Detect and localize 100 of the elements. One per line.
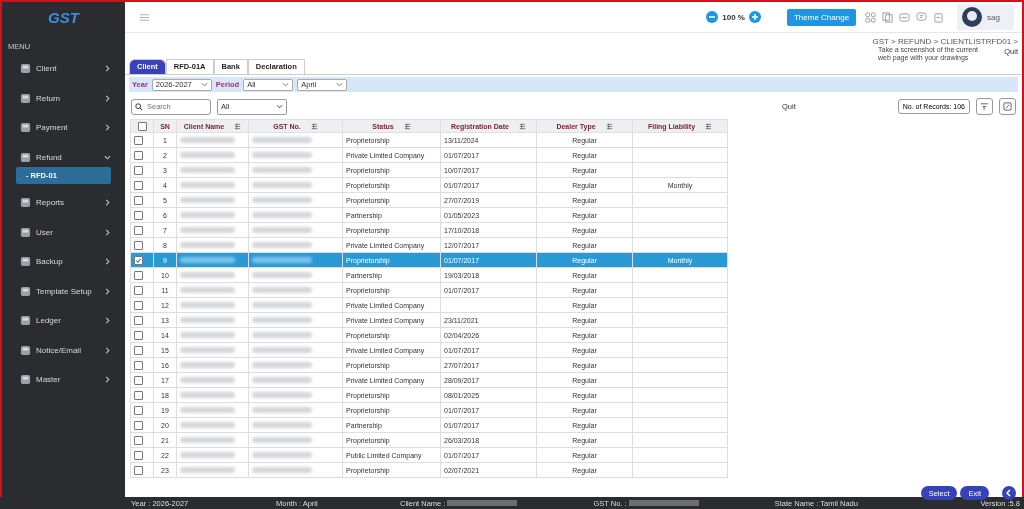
row-checkbox[interactable] (134, 210, 143, 220)
menu-icon (20, 63, 31, 75)
copy-icon[interactable] (882, 11, 894, 23)
filter-icon[interactable] (605, 122, 613, 130)
row-checkbox[interactable] (134, 135, 143, 145)
filter-button[interactable] (976, 98, 993, 115)
chevron-right-icon (104, 346, 111, 354)
row-checkbox[interactable] (134, 435, 143, 445)
redacted-text (180, 137, 235, 143)
zoom-level: 100 % (722, 12, 745, 22)
sidebar-item[interactable]: Template Setup (2, 276, 125, 306)
menu-icon (20, 374, 31, 386)
row-checkbox[interactable] (134, 405, 143, 415)
row-checkbox[interactable] (134, 225, 143, 235)
row-checkbox[interactable] (134, 420, 143, 430)
menu-icon (20, 315, 31, 327)
row-checkbox[interactable] (134, 465, 143, 475)
grid-icon[interactable] (865, 11, 877, 23)
row-checkbox[interactable] (134, 450, 143, 460)
sidebar-item[interactable]: Master (2, 365, 125, 395)
user-name: sag (987, 12, 1000, 22)
redacted-text (180, 197, 235, 203)
expand-button[interactable] (999, 98, 1016, 115)
filter-icon (980, 102, 989, 111)
filter-icon[interactable] (519, 122, 526, 130)
chevron-right-icon (104, 94, 111, 102)
redacted-text (252, 167, 312, 173)
sidebar-item[interactable]: Ledger (2, 306, 125, 336)
redacted-text (180, 392, 235, 398)
redacted-text (252, 407, 312, 413)
sidebar-item[interactable]: User (2, 217, 125, 247)
zoom-out-icon[interactable] (706, 11, 719, 23)
row-checkbox[interactable] (134, 165, 143, 175)
redacted-text (252, 257, 312, 263)
chevron-right-icon (104, 258, 111, 266)
redacted-text (252, 467, 312, 473)
row-checkbox[interactable] (134, 240, 143, 250)
row-checkbox[interactable] (134, 195, 143, 205)
redacted-text (252, 272, 312, 278)
sidebar-item[interactable]: Reports (2, 188, 125, 218)
sidebar-item[interactable]: Payment (2, 113, 125, 143)
filter-icon[interactable] (310, 122, 318, 130)
search-icon (135, 102, 143, 111)
redacted-text (180, 467, 235, 473)
menu-icon (20, 285, 31, 297)
chevron-down-icon (104, 153, 111, 161)
sidebar-item[interactable]: Backup (2, 247, 125, 277)
redacted-text (180, 182, 235, 188)
redacted-text (180, 377, 235, 383)
redacted-text (252, 422, 312, 428)
redacted-text (252, 347, 312, 353)
row-checkbox[interactable] (134, 255, 143, 265)
sidebar-item[interactable]: Notice/Email (2, 335, 125, 365)
select-all-checkbox[interactable] (137, 121, 147, 131)
redacted-text (180, 227, 235, 233)
row-checkbox[interactable] (134, 375, 143, 385)
sidebar-item[interactable]: Client (2, 54, 125, 84)
logo: GST (47, 7, 81, 28)
row-checkbox[interactable] (134, 180, 143, 190)
redacted-text (180, 272, 235, 278)
redacted-text (252, 287, 312, 293)
redacted-text (180, 287, 235, 293)
redacted-text (252, 197, 312, 203)
row-checkbox[interactable] (134, 360, 143, 370)
redacted-text (252, 242, 312, 248)
redacted-text (180, 452, 235, 458)
redacted-text (252, 377, 312, 383)
row-checkbox[interactable] (134, 150, 143, 160)
redacted-text (180, 167, 235, 173)
row-checkbox[interactable] (134, 330, 143, 340)
chevron-right-icon (104, 287, 111, 295)
row-checkbox[interactable] (134, 390, 143, 400)
redacted-text (252, 302, 312, 308)
collapse-icon[interactable] (1002, 486, 1016, 500)
chevron-right-icon (104, 65, 111, 73)
filter-icon[interactable] (705, 122, 713, 130)
zoom-in-icon[interactable] (748, 11, 761, 23)
filter-icon[interactable] (234, 122, 242, 130)
row-checkbox[interactable] (134, 345, 143, 355)
user-chip[interactable]: sag (957, 4, 1014, 30)
filter-icon[interactable] (403, 122, 411, 130)
row-checkbox[interactable] (134, 300, 143, 310)
sidebar-item[interactable]: Return (2, 83, 125, 113)
redacted-text (180, 362, 235, 368)
redacted-text (180, 302, 235, 308)
redacted-text (180, 437, 235, 443)
redacted-text (180, 347, 235, 353)
redacted-text (180, 422, 235, 428)
redacted-text (252, 437, 312, 443)
breadcrumb: GST > REFUND > CLIENTLISTRFD01 > (872, 37, 1018, 46)
redacted-text (252, 362, 312, 368)
row-checkbox[interactable] (134, 285, 143, 295)
redacted-text (180, 257, 235, 263)
redacted-text (180, 152, 235, 158)
row-checkbox[interactable] (134, 270, 143, 280)
redacted-text (180, 407, 235, 413)
redacted-text (252, 317, 312, 323)
caret-icon (282, 81, 290, 88)
row-checkbox[interactable] (134, 315, 143, 325)
redacted-text (180, 242, 235, 248)
